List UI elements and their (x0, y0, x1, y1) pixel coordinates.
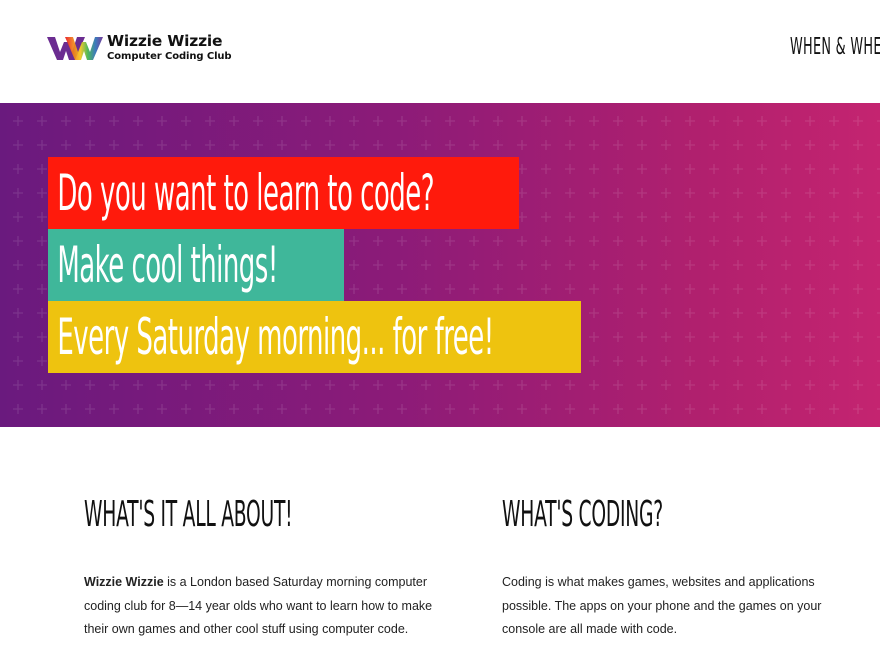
hero-bar-text: Make cool things! (57, 236, 278, 294)
about-paragraph: Wizzie Wizzie is a London based Saturday… (84, 571, 434, 642)
hero-bar-text: Do you want to learn to code? (57, 164, 435, 222)
about-lead-bold: Wizzie Wizzie (84, 575, 164, 589)
logo-subtitle: Computer Coding Club (107, 50, 232, 62)
logo-wordmark: Wizzie Wizzie Computer Coding Club (107, 32, 232, 62)
coding-heading: What's coding? (502, 494, 663, 535)
site-header: Wizzie Wizzie Computer Coding Club When … (0, 0, 880, 103)
hero-bar-text: Every Saturday morning... for free! (57, 308, 494, 366)
coding-paragraph: Coding is what makes games, websites and… (502, 575, 822, 636)
hero-bar-make-cool-things: Make cool things! (48, 229, 344, 301)
wizzie-w-logo-icon (47, 37, 103, 60)
nav-when-where-link[interactable]: When & Wher (790, 34, 880, 60)
logo-title: Wizzie Wizzie (107, 32, 223, 51)
site-logo[interactable]: Wizzie Wizzie Computer Coding Club (47, 32, 232, 62)
hero-banner: Do you want to learn to code? Make cool … (0, 103, 880, 427)
about-heading: What's it all about! (84, 494, 293, 535)
hero-bar-saturday-free: Every Saturday morning... for free! (48, 301, 581, 373)
hero-bar-learn-to-code: Do you want to learn to code? (48, 157, 519, 229)
